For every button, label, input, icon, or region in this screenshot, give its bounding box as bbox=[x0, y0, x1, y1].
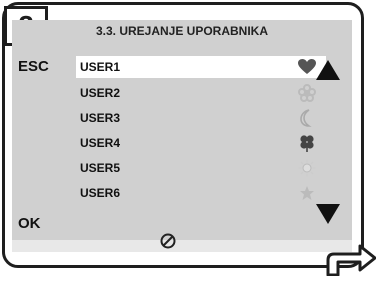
display-screen: 3.3. UREJANJE UPORABNIKA ESC OK USER1 US… bbox=[12, 20, 352, 252]
user-label: USER2 bbox=[80, 86, 121, 100]
sun-icon bbox=[296, 159, 318, 177]
screen-title: 3.3. UREJANJE UPORABNIKA bbox=[95, 24, 269, 38]
turn-arrow-icon[interactable] bbox=[326, 240, 377, 281]
user-row-3[interactable]: USER3 bbox=[76, 107, 326, 129]
user-label: USER1 bbox=[80, 60, 121, 74]
user-row-5[interactable]: USER5 bbox=[76, 157, 326, 179]
user-label: USER6 bbox=[80, 186, 121, 200]
user-label: USER5 bbox=[80, 161, 121, 175]
moon-icon bbox=[296, 109, 318, 127]
user-label: USER3 bbox=[80, 111, 121, 125]
user-row-4[interactable]: USER4 bbox=[76, 132, 326, 154]
user-row-1[interactable]: USER1 bbox=[76, 56, 326, 78]
scroll-down-arrow[interactable] bbox=[316, 204, 340, 224]
heart-icon bbox=[296, 59, 318, 75]
ok-button[interactable]: OK bbox=[18, 215, 41, 232]
user-row-6[interactable]: USER6 bbox=[76, 182, 326, 204]
flower-icon bbox=[296, 84, 318, 102]
no-entry-icon[interactable] bbox=[160, 233, 176, 252]
user-row-2[interactable]: USER2 bbox=[76, 82, 326, 104]
esc-button[interactable]: ESC bbox=[18, 58, 49, 75]
star-icon bbox=[296, 185, 318, 201]
user-label: USER4 bbox=[80, 136, 121, 150]
scroll-up-arrow[interactable] bbox=[316, 60, 340, 80]
bottom-bar bbox=[12, 240, 352, 252]
clover-icon bbox=[296, 134, 318, 152]
